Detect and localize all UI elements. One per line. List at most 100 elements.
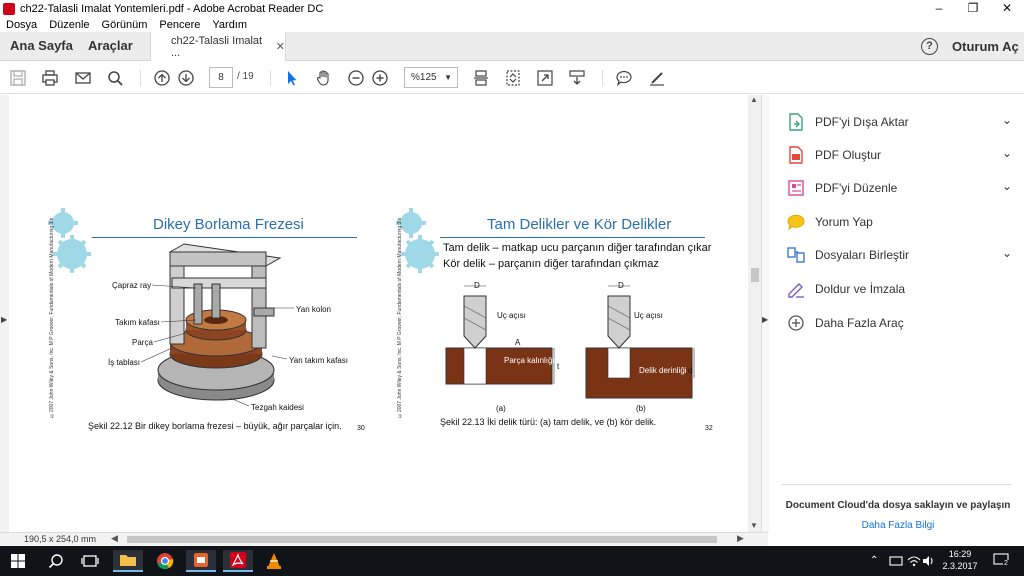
fit-page-icon[interactable] <box>504 69 522 87</box>
menu-edit[interactable]: Düzenle <box>49 19 89 31</box>
wifi-icon[interactable] <box>907 554 921 571</box>
scroll-right-icon[interactable]: ▶ <box>737 533 744 544</box>
tool-fill-sign[interactable]: Doldur ve İmzala <box>786 278 1012 300</box>
taskbar-file-explorer[interactable] <box>113 550 143 572</box>
window-controls: – ❐ ✕ <box>922 0 1024 17</box>
tool-label: Dosyaları Birleştir <box>815 248 910 262</box>
taskbar-vlc[interactable] <box>259 550 289 572</box>
hole-types-figure <box>445 285 695 399</box>
comment-icon[interactable] <box>615 69 633 87</box>
bullet-blind-hole: Kör delik – parçanın diğer tarafından çı… <box>443 258 659 270</box>
chrome-icon <box>157 553 174 570</box>
email-icon[interactable] <box>74 69 92 87</box>
folder-icon <box>120 555 136 566</box>
label-hole-depth: Delik derinliği <box>639 366 687 375</box>
maximize-button[interactable]: ❐ <box>956 0 990 17</box>
menu-help[interactable]: Yardım <box>212 19 247 31</box>
zoom-in-icon[interactable] <box>371 69 389 87</box>
tool-combine-files[interactable]: Dosyaları Birleştir ⌄ <box>786 244 1012 266</box>
scroll-thumb[interactable] <box>751 268 759 282</box>
search-icon <box>48 554 63 569</box>
right-panel-toggle[interactable]: ▶ <box>761 95 769 532</box>
tool-label: PDF'yi Düzenle <box>815 181 898 195</box>
select-cursor-icon[interactable] <box>283 69 301 87</box>
learn-more-link[interactable]: Daha Fazla Bilgi <box>782 520 1014 531</box>
chevron-right-icon: ▶ <box>762 315 769 324</box>
clock-date: 2.3.2017 <box>942 561 978 571</box>
slide-page-number: 32 <box>705 425 713 432</box>
zoom-out-icon[interactable] <box>347 69 365 87</box>
vlc-icon <box>267 553 281 569</box>
scroll-up-icon[interactable]: ▲ <box>750 95 758 104</box>
menu-file[interactable]: Dosya <box>6 19 37 31</box>
label-t: t <box>557 362 560 371</box>
title-bar: ch22-Talasli Imalat Yontemleri.pdf - Ado… <box>0 0 1024 17</box>
office-icon <box>194 553 208 567</box>
taskbar-chrome[interactable] <box>150 550 180 572</box>
chevron-down-icon[interactable]: ⌄ <box>1002 146 1012 160</box>
chevron-down-icon: ▼ <box>444 73 452 82</box>
combine-files-icon <box>787 247 805 263</box>
tool-comment[interactable]: Yorum Yap <box>786 211 1012 233</box>
toolbar: 8 / 19 %125 ▼ <box>0 62 1024 94</box>
page-number-input[interactable]: 8 <box>209 67 233 88</box>
export-pdf-icon <box>789 113 803 131</box>
panel-divider <box>782 484 1012 485</box>
start-button[interactable] <box>3 550 33 572</box>
help-icon[interactable]: ? <box>921 38 938 55</box>
save-icon[interactable] <box>9 69 27 87</box>
tool-create-pdf[interactable]: PDF Oluştur ⌄ <box>786 144 1012 166</box>
more-tools-icon <box>788 315 804 331</box>
tool-more-tools[interactable]: Daha Fazla Araç <box>786 312 1012 334</box>
people-icon[interactable] <box>889 554 903 571</box>
tab-document[interactable]: ch22-Talasli Imalat ... ✕ <box>150 32 286 61</box>
system-clock[interactable]: 16:29 2.3.2017 <box>934 548 986 572</box>
menu-window[interactable]: Pencere <box>159 19 200 31</box>
label-part-thickness: Parça kalınlığı <box>504 356 555 365</box>
tool-export-pdf[interactable]: PDF'yi Dışa Aktar ⌄ <box>786 111 1012 133</box>
page-dimensions: 190,5 x 254,0 mm <box>24 534 97 544</box>
acrobat-icon <box>230 552 246 568</box>
taskbar-office[interactable] <box>186 550 216 572</box>
close-window-button[interactable]: ✕ <box>990 0 1024 17</box>
left-panel-toggle[interactable]: ▶ <box>0 95 9 532</box>
toolbar-separator <box>602 70 603 86</box>
page-total: / 19 <box>237 71 254 82</box>
vertical-scrollbar[interactable]: ▲ ▼ <box>748 95 761 532</box>
next-page-icon[interactable] <box>177 69 195 87</box>
taskbar-acrobat[interactable] <box>223 550 253 572</box>
full-screen-icon[interactable] <box>536 69 554 87</box>
tool-edit-pdf[interactable]: PDF'yi Düzenle ⌄ <box>786 177 1012 199</box>
figure-caption: Şekil 22.12 Bir dikey borlama frezesi – … <box>88 421 342 431</box>
previous-page-icon[interactable] <box>153 69 171 87</box>
print-icon[interactable] <box>41 69 59 87</box>
signin-button[interactable]: Oturum Aç <box>952 39 1019 54</box>
scroll-down-icon[interactable]: ▼ <box>750 521 758 530</box>
copyright-note: ©2007 John Wiley & Sons, Inc. M P Groove… <box>397 217 403 418</box>
window-title: ch22-Talasli Imalat Yontemleri.pdf - Ado… <box>20 2 324 15</box>
tool-label: Doldur ve İmzala <box>815 282 906 296</box>
tray-chevron-up-icon[interactable]: ⌃ <box>870 555 878 566</box>
acrobat-app-icon <box>3 2 15 15</box>
title-rule <box>440 237 705 238</box>
close-tab-icon[interactable]: ✕ <box>276 40 285 53</box>
menu-view[interactable]: Görünüm <box>102 19 148 31</box>
chevron-down-icon[interactable]: ⌄ <box>1002 179 1012 193</box>
scroll-mode-icon[interactable] <box>472 69 490 87</box>
zoom-select[interactable]: %125 ▼ <box>404 67 458 88</box>
search-icon[interactable] <box>106 69 124 87</box>
minimize-button[interactable]: – <box>922 0 956 17</box>
highlight-pen-icon[interactable] <box>648 69 666 87</box>
task-view-button[interactable] <box>75 550 105 572</box>
taskbar-search[interactable] <box>41 550 71 572</box>
horizontal-scroll-thumb[interactable] <box>127 536 717 543</box>
action-center-icon[interactable]: 2 <box>993 553 1011 569</box>
chevron-down-icon[interactable]: ⌄ <box>1002 113 1012 127</box>
chevron-down-icon[interactable]: ⌄ <box>1002 246 1012 260</box>
keyboard-download-icon[interactable] <box>568 69 586 87</box>
scroll-left-icon[interactable]: ◀ <box>111 533 118 544</box>
bullet-through-hole: Tam delik – matkap ucu parçanın diğer ta… <box>443 242 712 254</box>
hand-tool-icon[interactable] <box>315 69 333 87</box>
tab-tools[interactable]: Araçlar <box>88 38 133 53</box>
tab-home[interactable]: Ana Sayfa <box>10 38 73 53</box>
